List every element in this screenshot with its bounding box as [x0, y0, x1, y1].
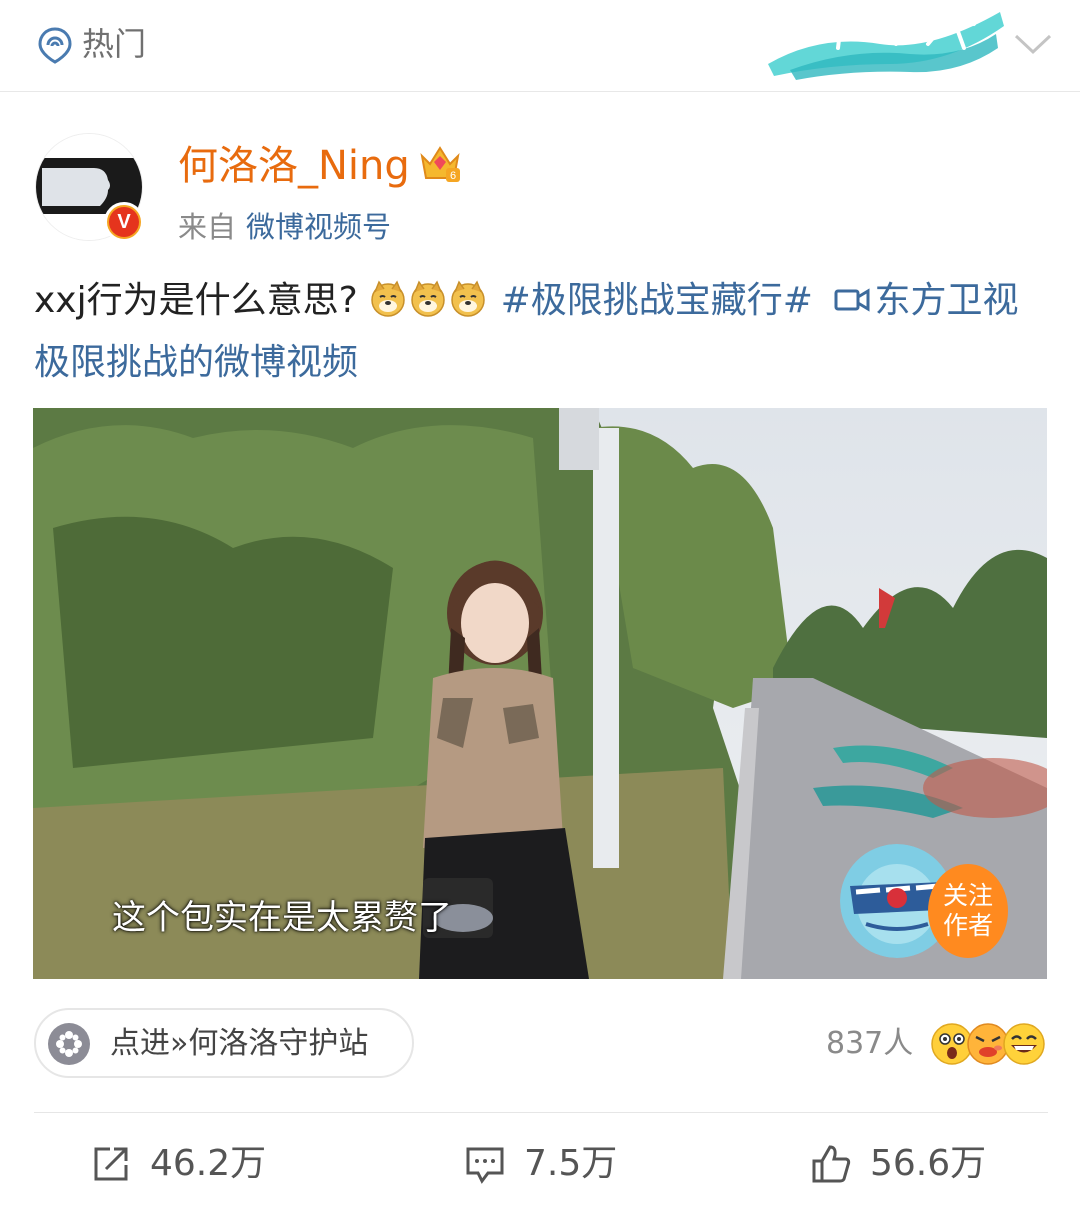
super-topic-icon — [48, 1023, 90, 1065]
verified-badge-letter: V — [109, 207, 139, 237]
top-bar: 热门 — [0, 0, 1080, 92]
author-name[interactable]: 何洛洛_Ning — [178, 140, 410, 192]
source-link[interactable]: 微博视频号 — [246, 210, 391, 244]
comment-button[interactable]: 7.5万 — [464, 1138, 617, 1190]
comment-count: 7.5万 — [524, 1143, 618, 1184]
video-subtitle: 这个包实在是太累赘了 — [112, 898, 452, 938]
hot-label[interactable]: 热门 — [82, 22, 146, 66]
doge-emoji — [411, 280, 445, 317]
repost-button[interactable]: 46.2万 — [90, 1138, 266, 1190]
reaction-count[interactable]: 837人 — [826, 1022, 913, 1066]
laugh-emoji — [1003, 1023, 1045, 1065]
doge-emoji — [451, 280, 485, 317]
repost-count: 46.2万 — [150, 1143, 267, 1184]
post-body: xxj行为是什么意思? — [34, 280, 358, 321]
comment-icon — [466, 1147, 504, 1184]
campaign-banner-icon[interactable] — [760, 4, 1010, 84]
topic-link[interactable]: #极限挑战宝藏行# — [501, 280, 813, 321]
super-topic-label: 点进»何洛洛守护站 — [110, 1026, 369, 1061]
repost-icon — [94, 1147, 128, 1181]
follow-line-1: 关注 — [942, 881, 993, 910]
thumbs-up-icon — [812, 1145, 851, 1183]
hot-location-icon — [38, 27, 72, 64]
source-from-label: 来自 — [178, 210, 237, 244]
like-button[interactable]: 56.6万 — [810, 1138, 986, 1190]
follow-line-2: 作者 — [942, 911, 993, 940]
chevron-down-icon[interactable] — [1012, 28, 1054, 60]
super-topic-chip[interactable]: 点进»何洛洛守护站 — [34, 1008, 414, 1078]
post-text: xxj行为是什么意思? #极限挑战宝藏行# 东方卫视极限挑战的微博视频 — [34, 270, 1034, 394]
crown-icon: 6 — [420, 146, 460, 182]
crown-level: 6 — [450, 170, 456, 182]
verified-badge: V — [104, 202, 144, 242]
doge-emoji — [371, 280, 405, 317]
action-divider — [34, 1112, 1048, 1113]
post-source: 来自 微博视频号 — [178, 206, 391, 248]
follow-author-button[interactable]: 关注 作者 — [928, 864, 1008, 958]
like-count: 56.6万 — [870, 1143, 987, 1184]
video-link-icon — [834, 288, 870, 312]
